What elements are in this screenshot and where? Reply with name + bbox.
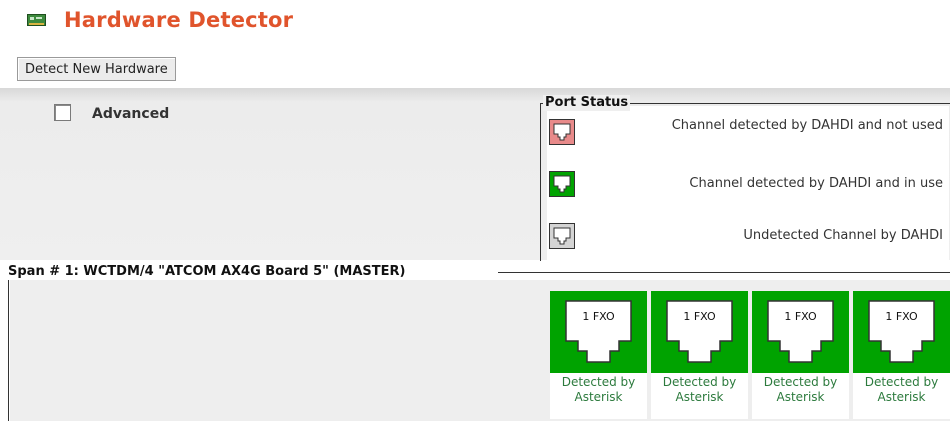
- port-card[interactable]: 1 FXO Detected by Asterisk: [550, 291, 647, 419]
- legend-item-unused: Channel detected by DAHDI and not used: [547, 106, 949, 158]
- port-status-green: 1 FXO: [550, 291, 647, 373]
- legend-item-undetected: Undetected Channel by DAHDI: [547, 210, 949, 262]
- detect-new-hardware-button[interactable]: Detect New Hardware: [17, 57, 176, 81]
- port-status-green: 1 FXO: [651, 291, 748, 373]
- legend-box: Channel detected by DAHDI and not used C…: [547, 106, 949, 261]
- port-card[interactable]: 1 FXO Detected by Asterisk: [752, 291, 849, 419]
- port-detection-status: Detected by Asterisk: [864, 375, 939, 404]
- page-title: Hardware Detector: [64, 8, 294, 32]
- port-label: 1 FXO: [683, 310, 716, 323]
- port-in-use-icon: [549, 171, 575, 197]
- hardware-card-icon: [27, 13, 46, 27]
- port-detection-status: Detected by Asterisk: [561, 375, 636, 404]
- port-status-title: Port Status: [543, 95, 631, 111]
- port-card[interactable]: 1 FXO Detected by Asterisk: [651, 291, 748, 419]
- page-header: Hardware Detector: [27, 6, 293, 34]
- port-unused-icon: [549, 119, 575, 145]
- legend-item-in-use: Channel detected by DAHDI and in use: [547, 158, 949, 210]
- advanced-checkbox[interactable]: [54, 104, 71, 121]
- port-label: 1 FXO: [784, 310, 817, 323]
- port-status-green: 1 FXO: [752, 291, 849, 373]
- legend-text: Channel detected by DAHDI and not used: [671, 118, 943, 133]
- port-status-legend: Channel detected by DAHDI and not used C…: [540, 95, 950, 261]
- port-status-green: 1 FXO: [853, 291, 950, 373]
- port-label: 1 FXO: [582, 310, 615, 323]
- span-divider: [8, 272, 9, 421]
- port-detection-status: Detected by Asterisk: [662, 375, 737, 404]
- legend-divider: [540, 103, 541, 261]
- port-detection-status: Detected by Asterisk: [763, 375, 838, 404]
- legend-text: Channel detected by DAHDI and in use: [689, 176, 943, 191]
- span-title: Span # 1: WCTDM/4 "ATCOM AX4G Board 5" (…: [8, 264, 410, 280]
- port-label: 1 FXO: [885, 310, 918, 323]
- advanced-label: Advanced: [92, 106, 170, 122]
- span-divider: [498, 272, 950, 273]
- port-card[interactable]: 1 FXO Detected by Asterisk: [853, 291, 950, 419]
- port-undetected-icon: [549, 223, 575, 249]
- legend-text: Undetected Channel by DAHDI: [743, 228, 943, 243]
